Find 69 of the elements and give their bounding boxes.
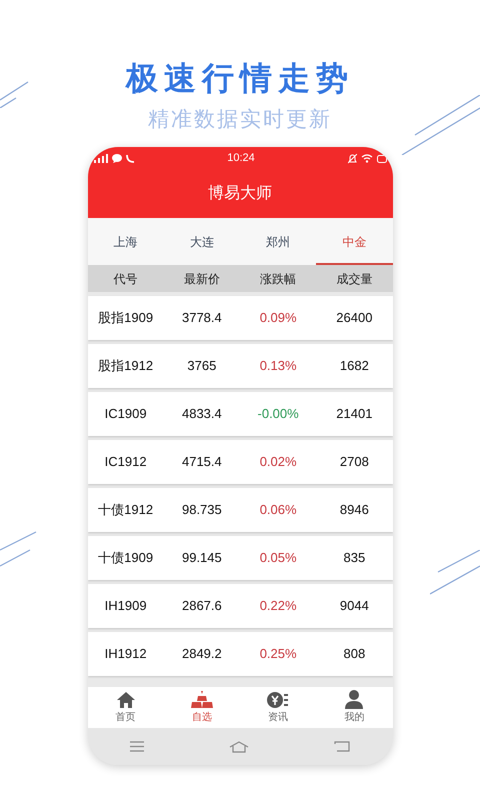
- back-icon[interactable]: [334, 741, 350, 752]
- table-cell-text: 0.22%: [258, 597, 298, 616]
- table-cell-text: 2867.6: [180, 597, 223, 616]
- quote-row[interactable]: 十债1909 99.145 0.05% 835: [88, 536, 392, 580]
- table-cell-text: 股指1912: [97, 357, 154, 376]
- exchange-tab[interactable]: 上海: [88, 218, 164, 265]
- decorative-lines-drawing: [430, 550, 480, 595]
- exchange-tab[interactable]: 大连: [164, 218, 240, 265]
- table-cell-text: 9044: [338, 597, 370, 616]
- status-time: 10:24: [227, 151, 255, 166]
- table-cell-text: IH1909: [104, 597, 148, 616]
- nav-tab[interactable]: 首页: [88, 687, 164, 728]
- table-cell-text: 十债1909: [97, 549, 154, 568]
- quote-row[interactable]: IH1912 2849.2 0.25% 808: [88, 632, 392, 676]
- table-cell-text: -0.00%: [256, 405, 300, 424]
- table-cell-text: IC1909: [104, 405, 148, 424]
- subheadline: 精准数据实时更新: [148, 107, 332, 133]
- table-cell-text: 26400: [335, 309, 374, 328]
- table-cell-text: 2708: [338, 453, 370, 472]
- app-title: 博易大师: [208, 184, 272, 204]
- quote-row[interactable]: IC1909 4833.4 -0.00% 21401: [88, 392, 392, 436]
- quote-row[interactable]: IH1909 2867.6 0.22% 9044: [88, 584, 392, 628]
- table-cell-text: IH1912: [104, 645, 148, 664]
- exchange-tab[interactable]: 郑州: [240, 218, 316, 265]
- headline: 极速行情走势: [126, 59, 354, 98]
- table-cell-text: 21401: [335, 405, 374, 424]
- menu-icon[interactable]: [130, 741, 144, 752]
- column-header: 成交量: [335, 270, 374, 288]
- nav-tab[interactable]: 资讯: [240, 687, 316, 728]
- table-cell-text: 4715.4: [180, 453, 223, 472]
- table-cell-text: 835: [342, 549, 366, 568]
- column-header: 最新价: [182, 270, 221, 288]
- ingots-icon: [190, 690, 214, 708]
- table-cell-text: 0.06%: [258, 501, 298, 520]
- person-icon: [344, 690, 364, 709]
- nav-tab[interactable]: 我的: [316, 687, 392, 728]
- signal-icon: [94, 154, 108, 163]
- home-outline-icon[interactable]: [229, 740, 249, 752]
- quote-row[interactable]: IC1912 4715.4 0.02% 2708: [88, 440, 392, 484]
- nav-tab[interactable]: 自选: [164, 687, 240, 728]
- column-header: 涨跌幅: [259, 270, 298, 288]
- coin-icon: [267, 690, 290, 708]
- table-cell-text: 98.735: [180, 501, 223, 520]
- phone-icon: [126, 154, 134, 163]
- table-cell-text: 8946: [338, 501, 370, 520]
- column-header: 代号: [112, 270, 139, 288]
- table-cell-text: 1682: [338, 357, 370, 376]
- home-icon: [116, 690, 136, 708]
- table-cell-text: 0.02%: [258, 453, 298, 472]
- table-cell-text: 3765: [186, 357, 218, 376]
- table-cell-text: IC1912: [104, 453, 148, 472]
- table-cell-text: 808: [342, 645, 366, 664]
- quote-row[interactable]: 十债1912 98.735 0.06% 8946: [88, 488, 392, 532]
- battery-icon: [376, 154, 386, 162]
- muted-bell-icon: [348, 154, 356, 164]
- table-cell-text: 股指1909: [97, 309, 154, 328]
- table-cell-text: 0.09%: [258, 309, 298, 328]
- table-cell-text: 99.145: [180, 549, 223, 568]
- table-cell-text: 2849.2: [180, 645, 223, 664]
- table-cell-text: 3778.4: [180, 309, 223, 328]
- chat-icon: [112, 154, 122, 163]
- table-cell-text: 0.05%: [258, 549, 298, 568]
- table-cell-text: 4833.4: [180, 405, 223, 424]
- wifi-icon: [360, 154, 372, 163]
- table-cell-text: 0.25%: [258, 645, 298, 664]
- table-cell-text: 十债1912: [97, 501, 154, 520]
- quote-row[interactable]: 股指1912 3765 0.13% 1682: [88, 344, 392, 388]
- table-cell-text: 0.13%: [258, 357, 298, 376]
- quote-row[interactable]: 股指1909 3778.4 0.09% 26400: [88, 296, 392, 340]
